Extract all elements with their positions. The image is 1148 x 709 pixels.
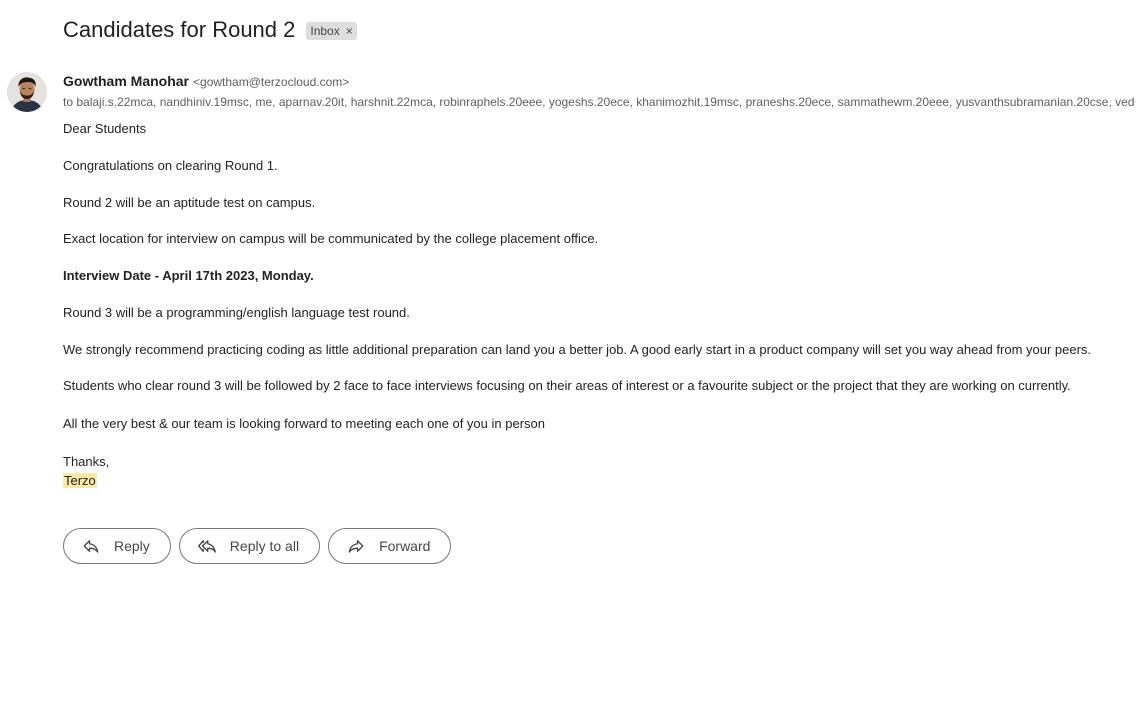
body-signature: Terzo <box>63 472 97 490</box>
subject-row: Candidates for Round 2 Inbox × <box>63 14 357 46</box>
reply-all-button[interactable]: Reply to all <box>178 528 321 564</box>
recipients-list[interactable]: to balaji.s.22mca, nandhiniv.19msc, me, … <box>63 94 1148 110</box>
forward-button-label: Forward <box>379 538 431 554</box>
reply-button[interactable]: Reply <box>63 528 171 564</box>
body-paragraph: Students who clear round 3 will be follo… <box>63 378 1071 393</box>
signature-highlight: Terzo <box>63 473 97 488</box>
sender-email: <gowtham@terzocloud.com> <box>193 75 350 89</box>
reply-button-label: Reply <box>114 538 150 554</box>
sender-avatar[interactable] <box>7 72 47 112</box>
reply-all-button-label: Reply to all <box>229 538 300 554</box>
forward-icon <box>348 540 364 553</box>
email-subject: Candidates for Round 2 <box>63 17 296 42</box>
body-paragraph: All the very best & our team is looking … <box>63 416 545 431</box>
message-actions: Reply Reply to all Forward <box>63 528 452 564</box>
inbox-label-chip[interactable]: Inbox × <box>306 22 357 40</box>
sender-row: Gowtham Manohar <gowtham@terzocloud.com> <box>63 73 349 89</box>
body-paragraph: Round 3 will be a programming/english la… <box>63 305 410 320</box>
body-closing: Thanks, <box>63 454 110 469</box>
body-paragraph: Congratulations on clearing Round 1. <box>63 158 278 173</box>
body-paragraph: Exact location for interview on campus w… <box>63 231 599 246</box>
reply-all-icon <box>197 540 216 553</box>
interview-date: Interview Date - April 17th 2023, Monday… <box>63 268 314 283</box>
label-chip-text: Inbox <box>310 24 340 38</box>
body-greeting: Dear Students <box>63 121 147 136</box>
email-view: Candidates for Round 2 Inbox × Gowtham M… <box>0 0 1148 709</box>
body-paragraph: Round 2 will be an aptitude test on camp… <box>63 195 316 210</box>
close-icon[interactable]: × <box>346 25 353 37</box>
sender-name[interactable]: Gowtham Manohar <box>63 73 189 89</box>
reply-icon <box>83 540 99 553</box>
forward-button[interactable]: Forward <box>328 528 452 564</box>
body-paragraph: We strongly recommend practicing coding … <box>63 342 1092 357</box>
person-avatar-icon <box>7 72 47 112</box>
